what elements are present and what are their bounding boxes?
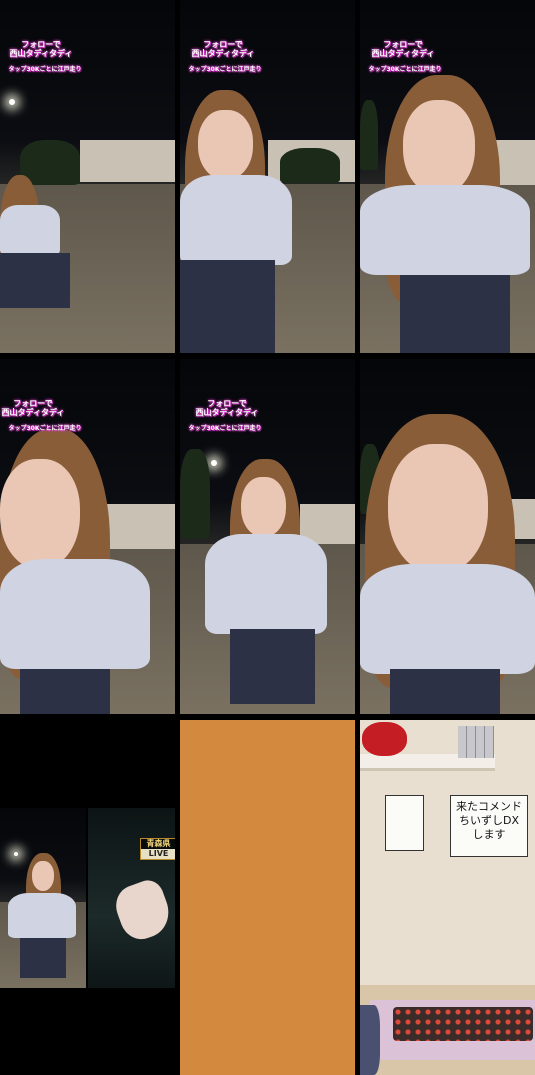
main-camera — [0, 808, 86, 988]
tap-overlay: タップ30Kごとに江戸走り — [8, 66, 82, 73]
empty-video-frame[interactable] — [180, 720, 355, 1075]
follow-overlay: フォローで 西山タディタディ — [360, 40, 458, 58]
video-frame-3[interactable]: フォローで 西山タディタディ タップ30Kごとに江戸走り — [360, 0, 535, 353]
follow-overlay: フォローで 西山タディタディ — [0, 399, 88, 417]
street-lamp — [9, 99, 15, 105]
tap-overlay: タップ30Kごとに江戸走り — [8, 425, 82, 432]
video-frame-6[interactable] — [360, 359, 535, 714]
building — [80, 140, 175, 182]
follow-line2: 西山タディタディ — [1, 408, 65, 417]
follow-line1: フォローで — [203, 40, 243, 49]
tap-overlay: タップ30Kごとに江戸走り — [368, 66, 442, 73]
video-frame-1[interactable]: フォローで 西山タディタディ タップ30Kごとに江戸走り — [0, 0, 175, 353]
badge-line2: LIVE — [141, 849, 175, 859]
video-frame-7[interactable]: 青森県 LIVE — [0, 720, 175, 1075]
hand — [110, 876, 175, 945]
board-line3: します — [472, 828, 506, 841]
person — [360, 414, 535, 714]
person — [0, 429, 150, 714]
follow-line1: フォローで — [207, 399, 247, 408]
follow-line2: 西山タディタディ — [9, 49, 73, 58]
follow-line1: フォローで — [21, 40, 61, 49]
person — [8, 853, 78, 988]
tap-overlay: タップ30Kごとに江戸走り — [188, 66, 262, 73]
video-frame-9[interactable]: 来たコメンド ちいずしDX します — [360, 720, 535, 1075]
follow-line1: フォローで — [383, 40, 423, 49]
board-line2: ちいずしDX — [458, 814, 519, 827]
follow-line2: 西山タディタディ — [191, 49, 255, 58]
follow-line2: 西山タディタディ — [371, 49, 435, 58]
person — [360, 75, 535, 353]
follow-line1: フォローで — [13, 399, 53, 408]
follow-overlay: フォローで 西山タディタディ — [0, 40, 96, 58]
person — [180, 90, 300, 353]
plush-toy — [362, 722, 407, 756]
board-line1: 来たコメンド — [456, 800, 522, 813]
cans — [458, 726, 494, 758]
whiteboard: 来たコメンド ちいずしDX します — [450, 795, 528, 857]
guest-camera: 青森県 LIVE — [88, 808, 175, 988]
chair — [360, 1005, 380, 1075]
badge-line1: 青森県 — [146, 839, 171, 848]
video-frame-2[interactable]: フォローで 西山タディタディ タップ30Kごとに江戸走り — [180, 0, 355, 353]
video-frame-5[interactable]: フォローで 西山タディタディ タップ30Kごとに江戸走り — [180, 359, 355, 714]
person — [0, 175, 75, 353]
calendar — [385, 795, 424, 851]
follow-overlay: フォローで 西山タディタディ — [180, 40, 278, 58]
video-frame-4[interactable]: フォローで 西山タディタディ タップ30Kごとに江戸走り — [0, 359, 175, 714]
follow-line2: 西山タディタディ — [195, 408, 259, 417]
tap-overlay: タップ30Kごとに江戸走り — [188, 425, 262, 432]
person — [205, 459, 330, 714]
follow-overlay: フォローで 西山タディタディ — [180, 399, 282, 417]
badge: 青森県 LIVE — [140, 838, 175, 860]
strawberry-mat — [393, 1007, 533, 1041]
